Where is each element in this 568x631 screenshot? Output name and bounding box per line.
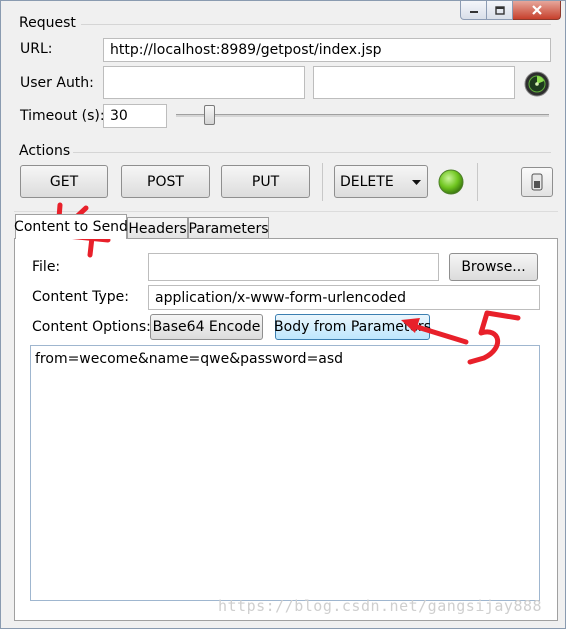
actions-separator <box>73 152 551 153</box>
close-icon <box>531 5 542 15</box>
put-button[interactable]: PUT <box>221 165 310 198</box>
password-field[interactable] <box>313 66 515 99</box>
content-options-label: Content Options: <box>32 319 151 335</box>
content-type-label: Content Type: <box>32 289 130 305</box>
actions-bottom-separator <box>14 211 558 212</box>
actions-divider-1 <box>322 163 323 201</box>
chevron-down-icon <box>412 180 421 185</box>
body-textarea[interactable]: from=wecome&name=qwe&password=asd <box>30 345 540 601</box>
tab-label: Parameters <box>188 220 269 237</box>
switch-icon <box>531 173 543 191</box>
url-label: URL: <box>20 41 53 57</box>
file-input[interactable] <box>148 253 439 281</box>
actions-divider-2 <box>477 163 478 201</box>
tab-headers[interactable]: Headers <box>127 217 188 239</box>
get-button[interactable]: GET <box>20 165 108 198</box>
method-select[interactable]: DELETE <box>334 165 428 198</box>
content-type-input[interactable]: application/x-www-form-urlencoded <box>148 285 540 310</box>
method-select-value: DELETE <box>340 173 394 190</box>
maximize-icon <box>494 5 505 15</box>
timeout-slider-thumb[interactable] <box>204 105 215 125</box>
window-controls <box>460 1 561 21</box>
watermark: https://blog.csdn.net/gangsijay888 <box>218 597 543 615</box>
user-field[interactable] <box>103 66 305 99</box>
url-input[interactable]: http://localhost:8989/getpost/index.jsp <box>103 38 551 62</box>
close-button[interactable] <box>513 1 561 20</box>
tab-content-to-send[interactable]: Content to Send <box>14 214 128 239</box>
request-separator <box>81 24 551 25</box>
minimize-button[interactable] <box>460 1 487 20</box>
file-label: File: <box>32 259 61 275</box>
tab-parameters[interactable]: Parameters <box>188 217 269 239</box>
request-section-label: Request <box>19 15 76 31</box>
auth-toggle-button[interactable] <box>524 71 550 101</box>
maximize-button[interactable] <box>487 1 513 20</box>
toggle-switch-button[interactable] <box>521 167 553 197</box>
radar-icon <box>524 71 550 97</box>
timeout-slider-track[interactable] <box>176 114 549 117</box>
app-window: Request URL: http://localhost:8989/getpo… <box>0 0 566 629</box>
browse-button[interactable]: Browse... <box>449 253 538 281</box>
post-button[interactable]: POST <box>121 165 210 198</box>
actions-section-label: Actions <box>19 143 71 159</box>
user-auth-label: User Auth: <box>20 75 94 91</box>
status-indicator <box>438 169 464 199</box>
tab-label: Headers <box>128 220 187 237</box>
minimize-icon <box>469 11 478 13</box>
base64-encode-button[interactable]: Base64 Encode <box>150 314 263 340</box>
timeout-input[interactable]: 30 <box>103 104 167 128</box>
tab-label: Content to Send <box>14 219 128 235</box>
body-from-parameters-button[interactable]: Body from Parameters <box>274 314 431 340</box>
timeout-label: Timeout (s): <box>20 108 105 124</box>
status-light-icon <box>438 169 464 195</box>
